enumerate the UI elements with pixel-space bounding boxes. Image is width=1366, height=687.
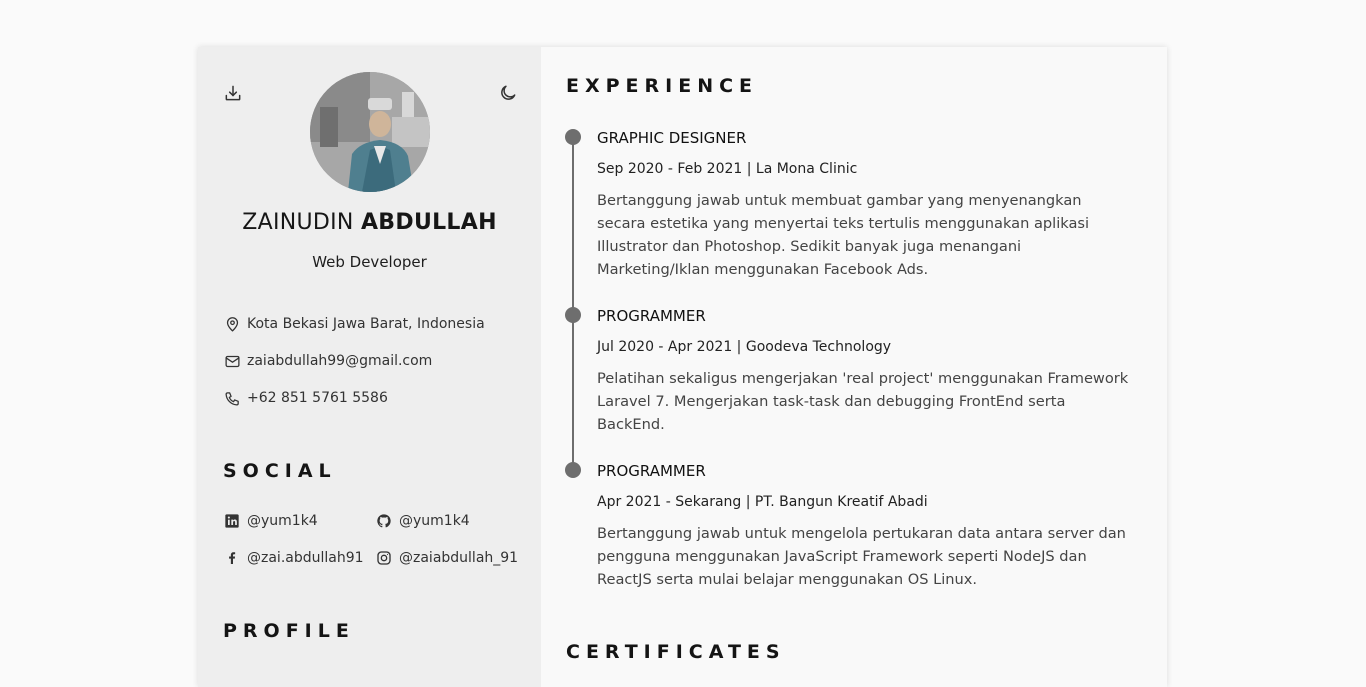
moon-icon[interactable] — [498, 83, 518, 103]
avatar — [310, 72, 430, 192]
instagram-icon — [377, 551, 391, 565]
last-name: ABDULLAH — [360, 210, 497, 235]
github-handle[interactable]: @yum1k4 — [399, 513, 470, 529]
phone-text[interactable]: +62 851 5761 5586 — [247, 390, 388, 406]
mail-icon — [225, 355, 240, 367]
experience-section-title: EXPERIENCE — [566, 75, 759, 97]
profile-name: ZAINUDIN ABDULLAH — [198, 210, 541, 235]
linkedin-icon — [225, 514, 239, 528]
social-github[interactable]: @yum1k4 — [376, 511, 470, 531]
contact-location: Kota Bekasi Jawa Barat, Indonesia — [224, 314, 485, 334]
profile-role: Web Developer — [312, 253, 427, 271]
instagram-handle[interactable]: @zaiabdullah_91 — [399, 550, 518, 566]
social-facebook[interactable]: @zai.abdullah91 — [224, 548, 364, 568]
first-name: ZAINUDIN — [242, 210, 354, 235]
facebook-handle[interactable]: @zai.abdullah91 — [247, 550, 364, 566]
download-icon[interactable] — [223, 83, 243, 103]
email-text[interactable]: zaiabdullah99@gmail.com — [247, 353, 432, 369]
social-linkedin[interactable]: @yum1k4 — [224, 511, 318, 531]
resume-card: ZAINUDIN ABDULLAH Web Developer Kota Bek… — [198, 47, 1167, 687]
facebook-icon — [229, 552, 236, 564]
location-text: Kota Bekasi Jawa Barat, Indonesia — [247, 316, 485, 332]
profile-section-title: PROFILE — [223, 620, 355, 642]
map-pin-icon — [226, 316, 239, 332]
github-icon — [377, 514, 391, 528]
resume-content: EXPERIENCE — [541, 47, 1167, 687]
social-section-title: SOCIAL — [223, 460, 337, 482]
phone-icon — [225, 391, 239, 406]
contact-phone[interactable]: +62 851 5761 5586 — [224, 388, 388, 408]
contact-email[interactable]: zaiabdullah99@gmail.com — [224, 351, 432, 371]
linkedin-handle[interactable]: @yum1k4 — [247, 513, 318, 529]
social-instagram[interactable]: @zaiabdullah_91 — [376, 548, 518, 568]
resume-sidebar: ZAINUDIN ABDULLAH Web Developer Kota Bek… — [198, 47, 541, 687]
